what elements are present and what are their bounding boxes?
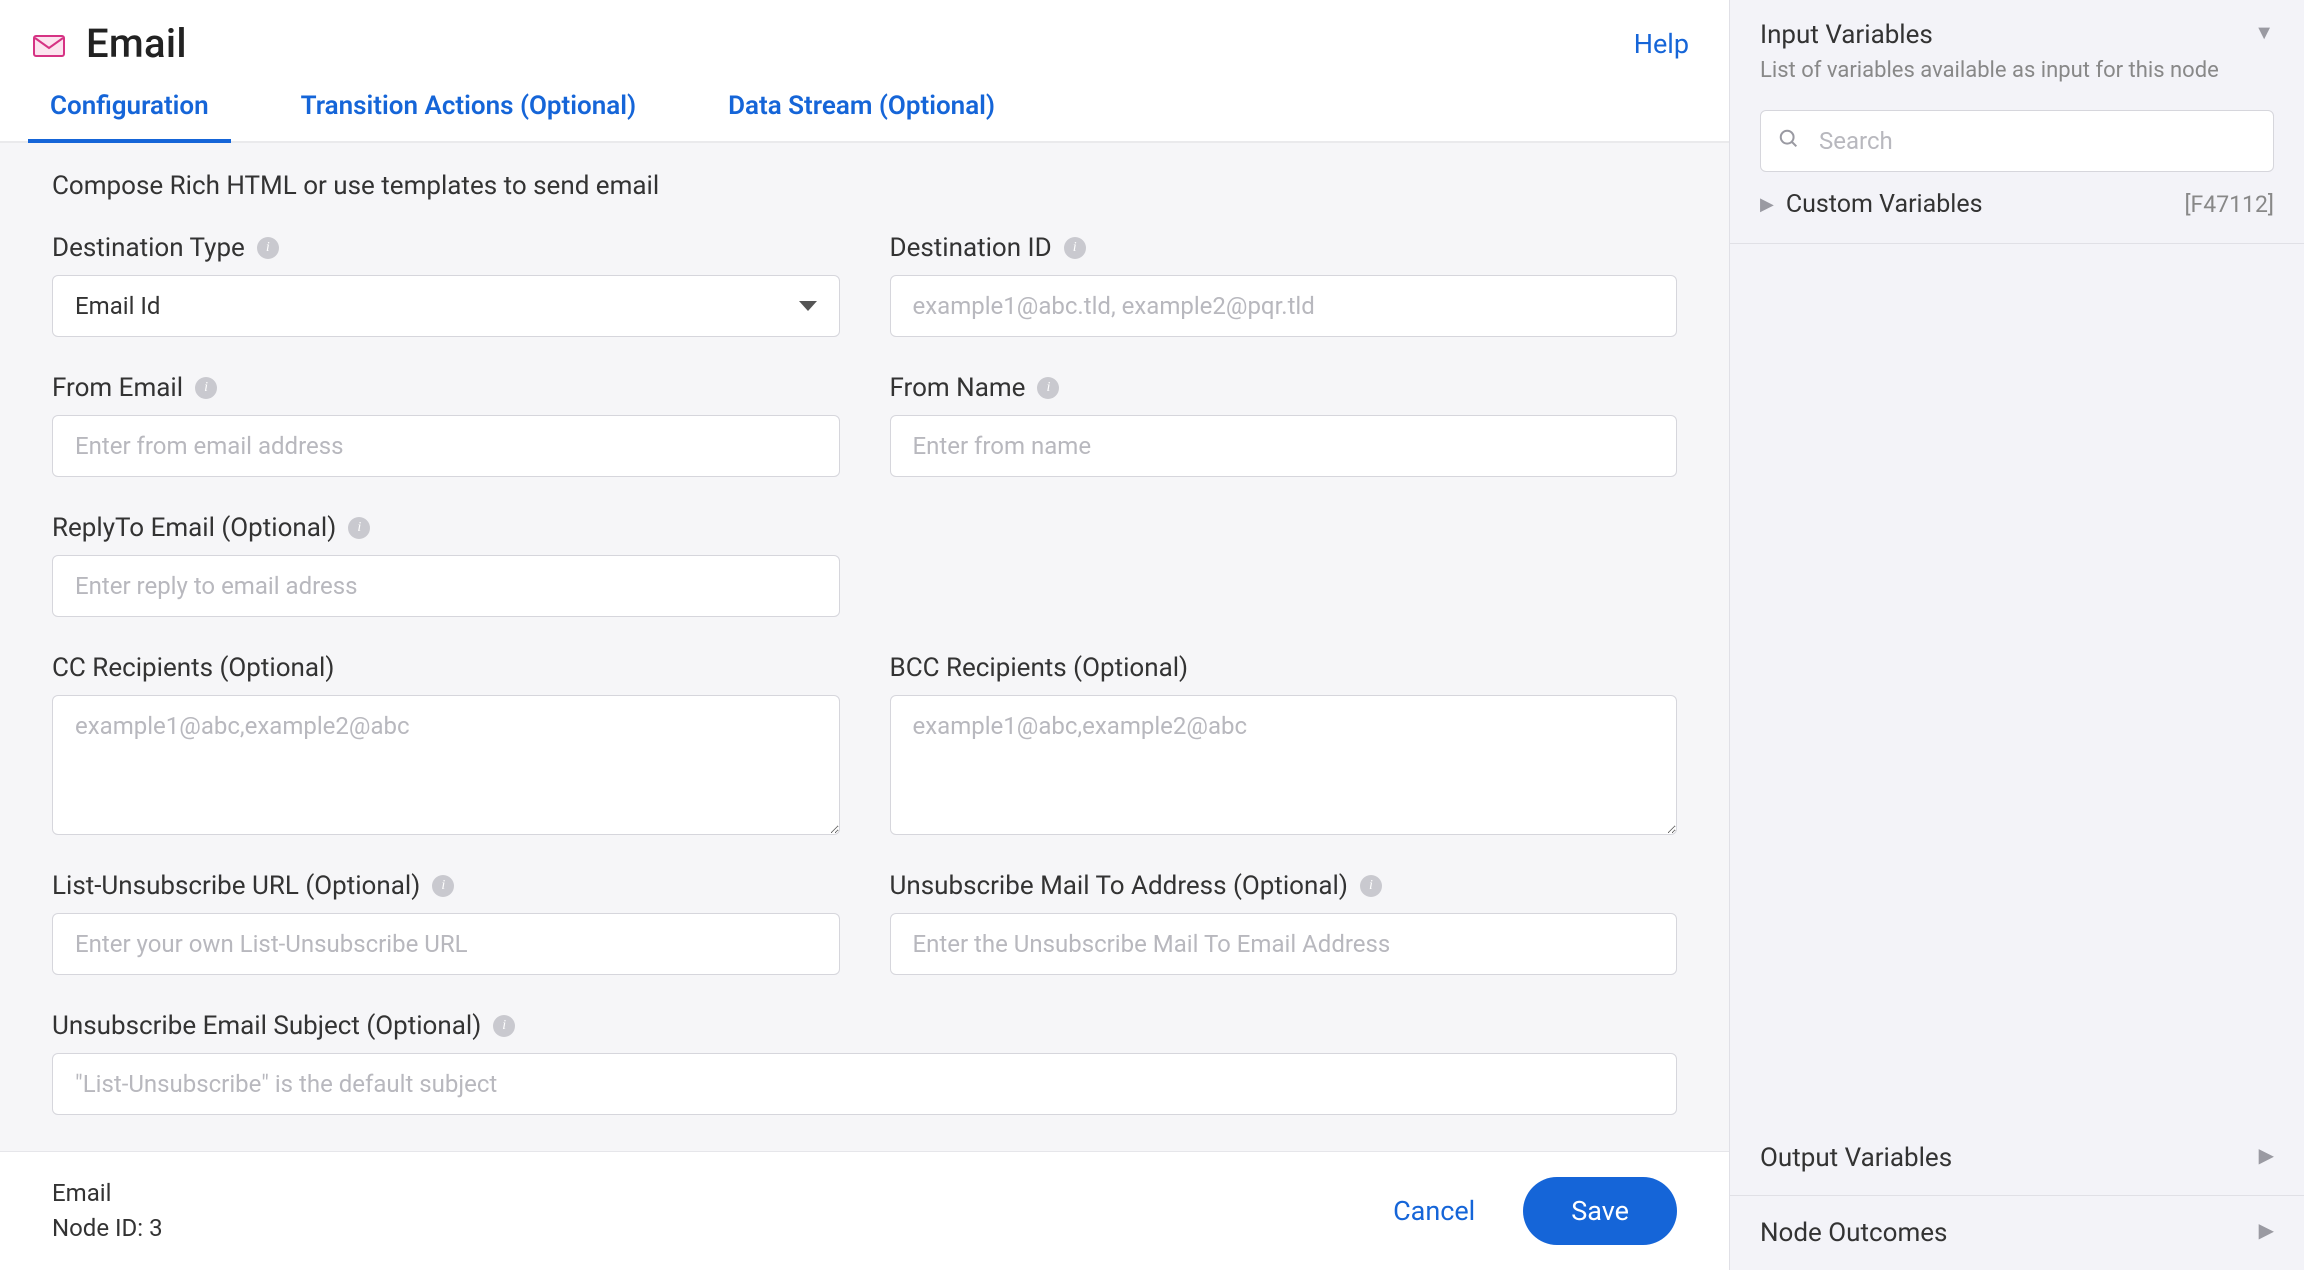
from-email-label: From Email xyxy=(52,373,183,403)
footer-node-id: Node ID: 3 xyxy=(52,1211,163,1246)
compose-description: Compose Rich HTML or use templates to se… xyxy=(52,171,1677,201)
footer-node-name: Email xyxy=(52,1176,163,1211)
node-outcomes-title: Node Outcomes xyxy=(1760,1218,2259,1248)
reply-to-label: ReplyTo Email (Optional) xyxy=(52,513,336,543)
info-icon[interactable]: i xyxy=(493,1015,515,1037)
config-form: Compose Rich HTML or use templates to se… xyxy=(0,143,1729,1151)
chevron-right-icon: ▶ xyxy=(2259,1218,2274,1242)
node-outcomes-header[interactable]: Node Outcomes ▶ xyxy=(1730,1196,2304,1270)
from-email-input[interactable] xyxy=(52,415,840,477)
page-title: Email xyxy=(86,20,1634,67)
custom-variables-tag: [F47112] xyxy=(2184,191,2274,218)
search-icon xyxy=(1778,128,1800,154)
reply-to-input[interactable] xyxy=(52,555,840,617)
destination-type-select[interactable]: Email Id xyxy=(52,275,840,337)
chevron-right-icon: ▶ xyxy=(2259,1143,2274,1167)
unsub-subject-input[interactable] xyxy=(52,1053,1677,1115)
tabs: Configuration Transition Actions (Option… xyxy=(0,77,1729,143)
destination-type-label: Destination Type xyxy=(52,233,245,263)
email-icon xyxy=(32,30,66,58)
node-outcomes-section: Node Outcomes ▶ xyxy=(1730,1196,2304,1270)
destination-type-value: Email Id xyxy=(75,292,160,320)
help-link[interactable]: Help xyxy=(1634,28,1689,60)
unsub-mailto-label: Unsubscribe Mail To Address (Optional) xyxy=(890,871,1348,901)
info-icon[interactable]: i xyxy=(348,517,370,539)
info-icon[interactable]: i xyxy=(1037,377,1059,399)
info-icon[interactable]: i xyxy=(432,875,454,897)
save-button[interactable]: Save xyxy=(1523,1177,1677,1245)
destination-id-input[interactable] xyxy=(890,275,1678,337)
tab-data-stream[interactable]: Data Stream (Optional) xyxy=(706,77,1017,141)
input-variables-search[interactable] xyxy=(1760,110,2274,172)
input-variables-header[interactable]: Input Variables List of variables availa… xyxy=(1730,0,2304,96)
list-unsub-url-input[interactable] xyxy=(52,913,840,975)
info-icon[interactable]: i xyxy=(1360,875,1382,897)
cc-label: CC Recipients (Optional) xyxy=(52,653,334,683)
custom-variables-row[interactable]: ▶ Custom Variables [F47112] xyxy=(1760,190,2274,219)
input-variables-desc: List of variables available as input for… xyxy=(1760,56,2254,86)
custom-variables-label: Custom Variables xyxy=(1786,190,1983,219)
info-icon[interactable]: i xyxy=(1064,237,1086,259)
page-header: Email Help xyxy=(0,0,1729,77)
from-name-input[interactable] xyxy=(890,415,1678,477)
cancel-button[interactable]: Cancel xyxy=(1393,1195,1475,1227)
side-panel: Input Variables List of variables availa… xyxy=(1729,0,2304,1270)
unsub-subject-label: Unsubscribe Email Subject (Optional) xyxy=(52,1011,481,1041)
output-variables-header[interactable]: Output Variables ▶ xyxy=(1730,1121,2304,1195)
chevron-right-icon: ▶ xyxy=(1760,194,1774,215)
input-variables-section: Input Variables List of variables availa… xyxy=(1730,0,2304,244)
list-unsub-url-label: List-Unsubscribe URL (Optional) xyxy=(52,871,420,901)
footer-info: Email Node ID: 3 xyxy=(52,1176,163,1246)
chevron-down-icon: ▼ xyxy=(2254,20,2274,45)
bcc-label: BCC Recipients (Optional) xyxy=(890,653,1189,683)
info-icon[interactable]: i xyxy=(195,377,217,399)
output-variables-section: Output Variables ▶ xyxy=(1730,1121,2304,1196)
unsub-mailto-input[interactable] xyxy=(890,913,1678,975)
destination-id-label: Destination ID xyxy=(890,233,1052,263)
footer: Email Node ID: 3 Cancel Save xyxy=(0,1151,1729,1270)
output-variables-title: Output Variables xyxy=(1760,1143,2259,1173)
from-name-label: From Name xyxy=(890,373,1026,403)
bcc-input[interactable] xyxy=(890,695,1678,835)
info-icon[interactable]: i xyxy=(257,237,279,259)
cc-input[interactable] xyxy=(52,695,840,835)
input-variables-title: Input Variables xyxy=(1760,20,2254,50)
tab-transition-actions[interactable]: Transition Actions (Optional) xyxy=(279,77,658,141)
tab-configuration[interactable]: Configuration xyxy=(28,77,231,141)
chevron-down-icon xyxy=(799,301,817,311)
